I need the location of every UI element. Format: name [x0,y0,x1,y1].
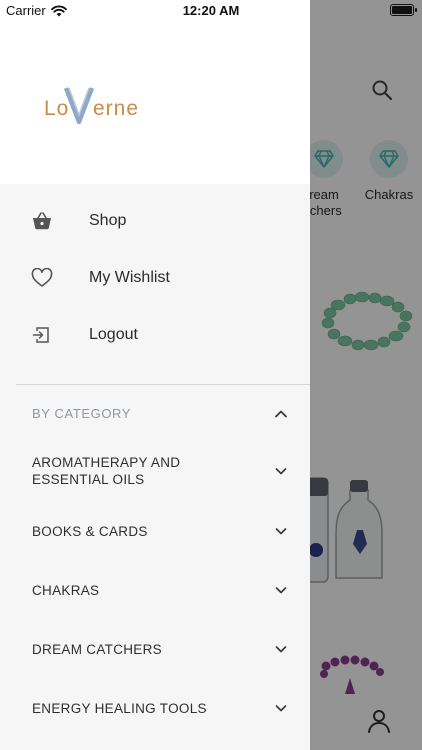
category-label: CHAKRAS [32,582,100,598]
chevron-down-icon [275,646,287,653]
menu-item-label: My Wishlist [89,269,170,286]
status-time: 12:20 AM [182,3,240,18]
svg-text:Lo: Lo [44,97,69,120]
category-energy-healing-tools[interactable]: ENERGY HEALING TOOLS [0,691,310,725]
chevron-up-icon [275,410,287,418]
category-label: AROMATHERAPY AND ESSENTIAL OILS [32,455,181,487]
menu-item-label: Shop [89,212,127,229]
menu-item-wishlist[interactable]: My Wishlist [0,256,310,300]
basket-icon [30,209,54,233]
category-chakras[interactable]: CHAKRAS [0,573,310,607]
chevron-down-icon [275,468,287,475]
category-label: BOOKS & CARDS [32,523,148,539]
battery-icon [390,4,417,16]
chevron-down-icon [275,587,287,594]
divider [16,384,310,385]
category-dream-catchers[interactable]: DREAM CATCHERS [0,632,310,666]
chevron-down-icon [275,705,287,712]
heart-icon [30,266,54,290]
menu-item-logout[interactable]: Logout [0,313,310,357]
category-aromatherapy[interactable]: AROMATHERAPY AND ESSENTIAL OILS [0,448,310,494]
navigation-drawer: Lo erne Shop My Wishlist Logout BY CATEG… [0,0,310,750]
status-bar: Carrier 12:20 AM [0,0,422,22]
menu-item-shop[interactable]: Shop [0,199,310,243]
category-label: ENERGY HEALING TOOLS [32,700,207,716]
brand-logo: Lo erne [44,87,139,125]
menu-item-label: Logout [89,326,138,343]
category-label: DREAM CATCHERS [32,641,162,657]
section-label: BY CATEGORY [32,405,132,421]
chevron-down-icon [275,528,287,535]
svg-text:erne: erne [93,97,139,120]
category-section-toggle[interactable]: BY CATEGORY [0,396,310,430]
logout-icon [30,323,54,347]
drawer-header: Lo erne [0,0,310,184]
category-books-cards[interactable]: BOOKS & CARDS [0,514,310,548]
